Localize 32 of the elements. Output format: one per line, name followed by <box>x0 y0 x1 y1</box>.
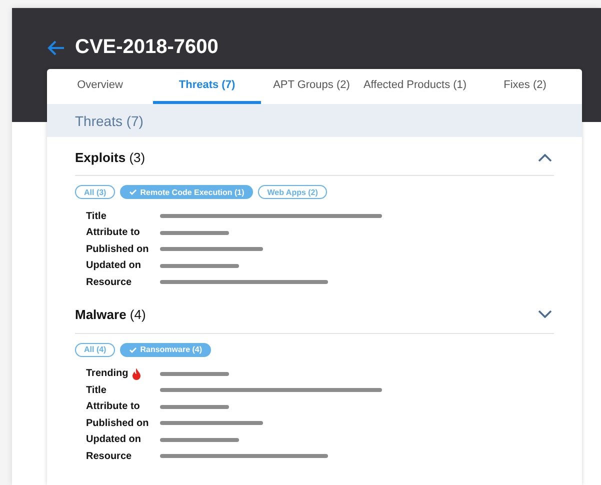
check-icon <box>129 346 138 352</box>
chevron-icon[interactable] <box>538 152 552 162</box>
filter-chip[interactable]: Remote Code Execution (1) <box>120 185 254 199</box>
filter-chip[interactable]: All (3) <box>75 185 116 199</box>
back-arrow-icon[interactable] <box>47 40 65 56</box>
filter-chip[interactable]: Web Apps (2) <box>258 185 327 199</box>
placeholder-bar <box>160 404 229 409</box>
field-label: Updated on <box>86 434 141 446</box>
field-label: Attribute to <box>86 227 140 238</box>
field-label: Resource <box>86 450 132 462</box>
section-title: Exploits (3) <box>75 150 146 164</box>
field-label: Published on <box>86 244 149 255</box>
chevron-icon[interactable] <box>538 310 552 319</box>
tab[interactable]: Affected Products (1) <box>362 69 468 104</box>
page-title: CVE-2018-7600 <box>75 36 218 59</box>
field-label: Published on <box>86 418 149 429</box>
tab[interactable]: Overview <box>47 69 153 104</box>
field-label: Trending <box>86 368 128 380</box>
section-title: Malware (4) <box>75 307 146 322</box>
filter-chip[interactable]: All (4) <box>75 342 116 356</box>
field-label: Title <box>86 384 106 396</box>
tab[interactable]: APT Groups (2) <box>261 69 362 104</box>
placeholder-bar <box>160 230 229 235</box>
filter-chip[interactable]: Ransomware (4) <box>120 342 212 356</box>
field-label: Resource <box>86 276 132 288</box>
tab[interactable]: Fixes (2) <box>468 69 582 104</box>
placeholder-bar <box>160 372 229 376</box>
panel-title: Threats (7) <box>75 112 144 128</box>
check-icon <box>129 189 138 195</box>
field-label: Title <box>86 210 106 222</box>
field-label: Updated on <box>86 260 141 272</box>
field-label: Attribute to <box>86 401 140 412</box>
